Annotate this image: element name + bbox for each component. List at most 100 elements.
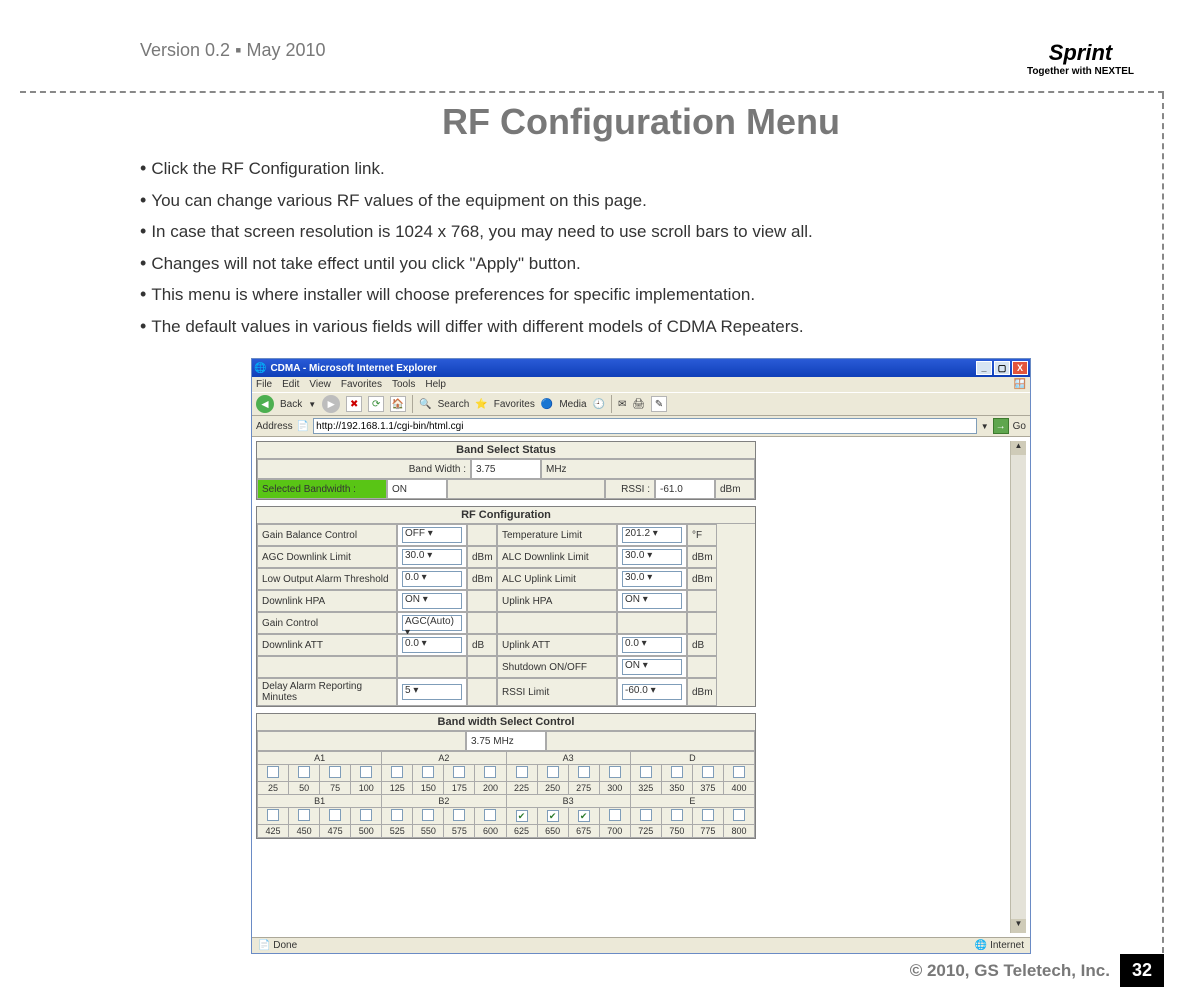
rf-config-head: RF Configuration bbox=[257, 507, 755, 524]
band-freq: 725 bbox=[630, 825, 661, 838]
band-check[interactable] bbox=[599, 808, 630, 825]
band-check[interactable] bbox=[568, 765, 599, 782]
menu-view[interactable]: View bbox=[309, 379, 331, 390]
favorites-label[interactable]: Favorites bbox=[494, 399, 535, 410]
rssi-value: -61.0 bbox=[655, 479, 715, 499]
rf-select[interactable]: 0.0 ▾ bbox=[397, 634, 467, 656]
band-check[interactable] bbox=[444, 765, 475, 782]
band-group: A3 bbox=[506, 752, 630, 765]
band-check[interactable] bbox=[382, 765, 413, 782]
band-check[interactable] bbox=[320, 808, 351, 825]
menu-edit[interactable]: Edit bbox=[282, 379, 299, 390]
maximize-button[interactable]: ▢ bbox=[994, 361, 1010, 375]
home-icon[interactable]: 🏠 bbox=[390, 396, 406, 412]
back-label[interactable]: Back bbox=[280, 399, 302, 410]
band-check[interactable] bbox=[692, 765, 723, 782]
band-check[interactable] bbox=[413, 765, 444, 782]
rssi-label: RSSI : bbox=[605, 479, 655, 499]
band-check[interactable] bbox=[382, 808, 413, 825]
band-check[interactable]: ✔ bbox=[568, 808, 599, 825]
rf-select[interactable]: 0.0 ▾ bbox=[617, 634, 687, 656]
band-check[interactable] bbox=[630, 808, 661, 825]
address-input[interactable] bbox=[313, 418, 977, 434]
rf-select[interactable]: ON ▾ bbox=[617, 590, 687, 612]
back-button[interactable]: ◄ bbox=[256, 395, 274, 413]
go-button[interactable]: → bbox=[993, 418, 1009, 434]
media-icon[interactable]: 🔵 bbox=[541, 399, 553, 410]
band-check[interactable] bbox=[258, 765, 289, 782]
band-check[interactable] bbox=[475, 765, 506, 782]
band-check[interactable] bbox=[661, 765, 692, 782]
band-check[interactable]: ✔ bbox=[537, 808, 568, 825]
bw-control-value[interactable]: 3.75 MHz bbox=[466, 731, 546, 751]
band-check[interactable] bbox=[351, 808, 382, 825]
rf-select[interactable]: 5 ▾ bbox=[397, 678, 467, 706]
history-icon[interactable]: 🕘 bbox=[593, 399, 605, 410]
band-check[interactable] bbox=[599, 765, 630, 782]
band-check[interactable] bbox=[289, 808, 320, 825]
search-icon[interactable]: 🔍 bbox=[419, 399, 431, 410]
rf-select[interactable]: OFF ▾ bbox=[397, 524, 467, 546]
band-check[interactable] bbox=[723, 765, 754, 782]
mail-icon[interactable]: ✉ bbox=[618, 399, 626, 410]
close-button[interactable]: X bbox=[1012, 361, 1028, 375]
scrollbar[interactable]: ▲ ▼ bbox=[1010, 441, 1026, 933]
band-check[interactable] bbox=[475, 808, 506, 825]
rf-select[interactable]: 0.0 ▾ bbox=[397, 568, 467, 590]
band-freq: 100 bbox=[351, 782, 382, 795]
band-check[interactable]: ✔ bbox=[506, 808, 537, 825]
band-check[interactable] bbox=[537, 765, 568, 782]
band-check[interactable] bbox=[289, 765, 320, 782]
sprint-logo: Sprint Together with NEXTEL bbox=[1027, 40, 1164, 77]
band-freq: 800 bbox=[723, 825, 754, 838]
band-group: D bbox=[630, 752, 754, 765]
addr-dropdown-icon[interactable]: ▼ bbox=[981, 422, 989, 431]
rf-select[interactable]: -60.0 ▾ bbox=[617, 678, 687, 706]
favorites-icon[interactable]: ⭐ bbox=[475, 399, 487, 410]
band-freq: 775 bbox=[692, 825, 723, 838]
rf-select[interactable]: AGC(Auto) ▾ bbox=[397, 612, 467, 634]
band-check[interactable] bbox=[692, 808, 723, 825]
forward-button[interactable]: ► bbox=[322, 395, 340, 413]
band-check[interactable] bbox=[351, 765, 382, 782]
band-check[interactable] bbox=[320, 765, 351, 782]
band-status-head: Band Select Status bbox=[257, 442, 755, 459]
band-check[interactable] bbox=[413, 808, 444, 825]
back-dropdown-icon[interactable]: ▼ bbox=[308, 400, 316, 409]
band-freq: 750 bbox=[661, 825, 692, 838]
rf-unit: dBm bbox=[687, 568, 717, 590]
menu-file[interactable]: File bbox=[256, 379, 272, 390]
band-check[interactable] bbox=[258, 808, 289, 825]
menu-favorites[interactable]: Favorites bbox=[341, 379, 382, 390]
menu-help[interactable]: Help bbox=[425, 379, 446, 390]
rf-select[interactable]: ON ▾ bbox=[397, 590, 467, 612]
rf-select[interactable]: 30.0 ▾ bbox=[397, 546, 467, 568]
menu-tools[interactable]: Tools bbox=[392, 379, 415, 390]
edit-icon[interactable]: ✎ bbox=[651, 396, 667, 412]
rssi-unit: dBm bbox=[715, 479, 755, 499]
ie-titlebar[interactable]: 🌐 CDMA - Microsoft Internet Explorer _ ▢… bbox=[252, 359, 1030, 377]
band-group: B3 bbox=[506, 795, 630, 808]
band-width-value: 3.75 bbox=[471, 459, 541, 479]
rf-unit: dBm bbox=[467, 546, 497, 568]
band-check[interactable] bbox=[723, 808, 754, 825]
print-icon[interactable]: 🖨 bbox=[632, 399, 645, 410]
band-check[interactable] bbox=[506, 765, 537, 782]
band-freq: 125 bbox=[382, 782, 413, 795]
rf-select[interactable]: ON ▾ bbox=[617, 656, 687, 678]
rf-select[interactable]: 201.2 ▾ bbox=[617, 524, 687, 546]
band-freq: 425 bbox=[258, 825, 289, 838]
minimize-button[interactable]: _ bbox=[976, 361, 992, 375]
refresh-icon[interactable]: ⟳ bbox=[368, 396, 384, 412]
stop-icon[interactable]: ✖ bbox=[346, 396, 362, 412]
band-group: A2 bbox=[382, 752, 506, 765]
rf-select[interactable]: 30.0 ▾ bbox=[617, 568, 687, 590]
band-check[interactable] bbox=[630, 765, 661, 782]
rf-select[interactable]: 30.0 ▾ bbox=[617, 546, 687, 568]
band-check[interactable] bbox=[661, 808, 692, 825]
media-label[interactable]: Media bbox=[559, 399, 586, 410]
band-check[interactable] bbox=[444, 808, 475, 825]
ie-menubar[interactable]: File Edit View Favorites Tools Help 🪟 bbox=[252, 377, 1030, 392]
band-group: B2 bbox=[382, 795, 506, 808]
search-label[interactable]: Search bbox=[438, 399, 470, 410]
